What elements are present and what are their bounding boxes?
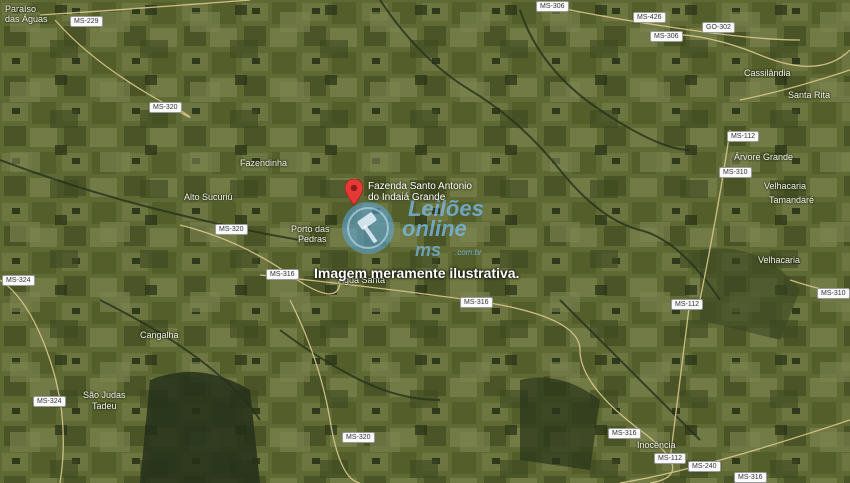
place-label: Cassilândia xyxy=(744,68,791,78)
place-label: Alto Sucuriú xyxy=(184,192,233,202)
marker-label-line2: do Indaiá Grande xyxy=(368,192,446,203)
road-shield: MS-240 xyxy=(688,461,721,472)
road-shield: MS-324 xyxy=(2,275,35,286)
road-shield: MS-112 xyxy=(654,453,686,464)
road-shield: MS-306 xyxy=(536,1,569,12)
road-shield: MS-112 xyxy=(671,299,703,310)
road-shield: MS-320 xyxy=(342,432,375,443)
place-label: Paraíso xyxy=(5,4,37,14)
road-shield: MS-310 xyxy=(817,288,850,299)
place-label: das Águas xyxy=(5,14,48,24)
road-shield: MS-229 xyxy=(70,16,103,27)
marker-label-line1: Fazenda Santo Antonio xyxy=(368,181,472,192)
road-shield: MS-306 xyxy=(650,31,683,42)
road-shield: MS-320 xyxy=(149,102,182,113)
road-shield: MS-316 xyxy=(266,269,299,280)
place-label: Tamandaré xyxy=(769,195,815,205)
place-label: Santa Rita xyxy=(788,90,831,100)
road-shield: MS-320 xyxy=(215,224,248,235)
watermark-text: ms xyxy=(415,240,442,260)
place-label: Tadeu xyxy=(92,401,117,411)
road-shield: MS-316 xyxy=(608,428,641,439)
illustrative-caption: Imagem meramente ilustrativa. xyxy=(314,265,520,281)
place-label: Velhacaria xyxy=(758,255,801,265)
road-shield: MS-112 xyxy=(727,131,759,142)
place-label: Velhacaria xyxy=(764,181,807,191)
watermark-text: online xyxy=(402,216,467,241)
place-label: Inocência xyxy=(637,440,676,450)
place-label: Fazendinha xyxy=(240,158,288,168)
place-label: Porto das xyxy=(291,224,330,234)
road-shield: MS-316 xyxy=(734,472,767,483)
place-label: Cangalha xyxy=(140,330,179,340)
watermark-text: .com.br xyxy=(455,248,482,257)
place-label: Árvore Grande xyxy=(734,152,794,162)
satellite-map[interactable]: Paraíso das Águas Fazendinha Alto Sucuri… xyxy=(0,0,850,483)
road-shield: MS-426 xyxy=(633,12,666,23)
road-shield: MS-324 xyxy=(33,396,66,407)
place-label: São Judas xyxy=(83,390,126,400)
road-shield: GO-302 xyxy=(702,22,735,33)
marker-label[interactable]: Fazenda Santo Antonio do Indaiá Grande xyxy=(368,181,472,203)
road-shield: MS-310 xyxy=(719,167,752,178)
road-shield: MS-316 xyxy=(460,297,493,308)
place-label: Pedras xyxy=(298,234,327,244)
map-pin-icon[interactable] xyxy=(345,179,363,205)
